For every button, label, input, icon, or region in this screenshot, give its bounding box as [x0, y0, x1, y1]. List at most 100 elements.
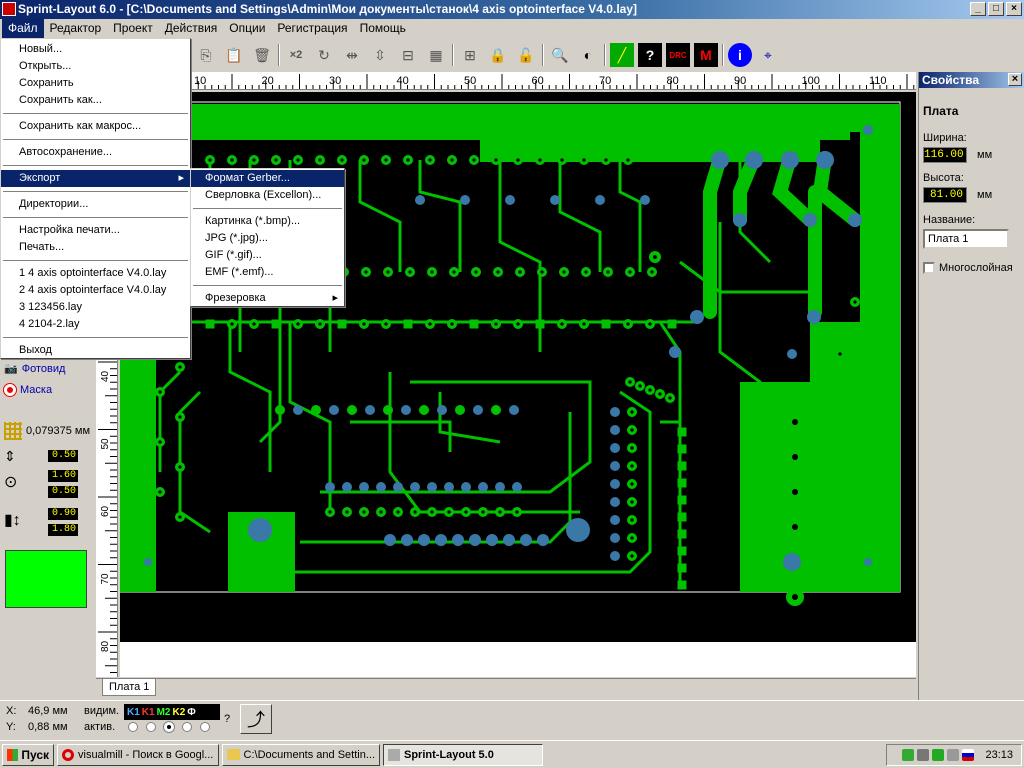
layer-selector[interactable]: K1 K1 M2 K2 Ф [124, 704, 220, 720]
menu-item-excellon[interactable]: Сверловка (Excellon)... [191, 187, 344, 204]
menu-item-directories[interactable]: Директории... [1, 196, 190, 213]
mirror-v-icon[interactable]: ⇳ [368, 43, 392, 67]
align-icon[interactable]: ⊟ [396, 43, 420, 67]
menu-item-save-as[interactable]: Сохранить как... [1, 92, 190, 109]
menu-project[interactable]: Проект [107, 19, 159, 38]
macro-icon[interactable]: M [694, 43, 718, 67]
antivirus-icon[interactable] [932, 749, 945, 761]
properties-panel: Свойства × Плата Ширина: 116.00 мм Высот… [918, 72, 1024, 700]
close-icon[interactable]: × [1008, 73, 1022, 86]
test-icon[interactable]: ? [638, 43, 662, 67]
menu-item-recent-4[interactable]: 4 2104-2.lay [1, 316, 190, 333]
height-field[interactable]: 81.00 [923, 187, 967, 203]
menu-item-exit[interactable]: Выход [1, 342, 190, 359]
connection-icon[interactable]: ⤴ [240, 704, 272, 734]
drc-icon[interactable]: DRC [666, 43, 690, 67]
menu-item-print-setup[interactable]: Настройка печати... [1, 222, 190, 239]
layer-k1-top[interactable]: K1 [127, 707, 140, 718]
rotate-icon[interactable]: ↻ [312, 43, 336, 67]
menu-options[interactable]: Опции [223, 19, 271, 38]
pad-inner-field[interactable]: 0.50 [48, 486, 78, 498]
radio-layer-2[interactable] [146, 722, 156, 732]
menu-actions[interactable]: Действия [159, 19, 224, 38]
info-icon[interactable]: i [728, 43, 752, 67]
color-swatch[interactable] [5, 550, 87, 608]
zoom-icon[interactable]: 🔍 [548, 43, 572, 67]
snap-icon[interactable]: ⊞ [458, 43, 482, 67]
menu-item-save[interactable]: Сохранить [1, 75, 190, 92]
track-width-field[interactable]: 0.50 [48, 450, 78, 462]
task-sprint-layout[interactable]: Sprint-Layout 5.0 [383, 743, 543, 766]
menu-edit[interactable]: Редактор [44, 19, 108, 38]
multilayer-checkbox[interactable] [923, 262, 935, 274]
clock[interactable]: 23:13 [985, 749, 1013, 761]
radio-layer-3[interactable] [164, 722, 174, 732]
menu-item-recent-1[interactable]: 1 4 axis optointerface V4.0.lay [1, 265, 190, 282]
menu-item-gif[interactable]: GIF (*.gif)... [191, 247, 344, 264]
photoview-toggle[interactable]: 📷 Фотовид [4, 362, 65, 376]
active-label: актив. [84, 721, 116, 733]
window-title: Sprint-Layout 6.0 - [C:\Documents and Se… [18, 2, 637, 16]
language-icon[interactable] [962, 749, 975, 761]
menu-item-new[interactable]: Новый... [1, 41, 190, 58]
smd-height-field[interactable]: 1.80 [48, 524, 78, 536]
radio-layer-5[interactable] [200, 722, 210, 732]
menu-item-export[interactable]: Экспорт ▸ [1, 170, 190, 187]
start-button[interactable]: Пуск [2, 743, 54, 766]
width-field[interactable]: 116.00 [923, 147, 967, 163]
paste-icon[interactable]: 📋 [222, 43, 246, 67]
menu-item-bmp[interactable]: Картинка (*.bmp)... [191, 213, 344, 230]
radio-layer-1[interactable] [128, 722, 138, 732]
menu-item-emf[interactable]: EMF (*.emf)... [191, 264, 344, 281]
menu-item-save-macro[interactable]: Сохранить как макрос... [1, 118, 190, 135]
name-field[interactable]: Плата 1 [923, 229, 1009, 249]
menu-item-autosave[interactable]: Автосохранение... [1, 144, 190, 161]
origin-icon[interactable]: ⌖ [756, 43, 780, 67]
menu-separator [191, 204, 344, 213]
multilayer-option[interactable]: Многослойная [923, 262, 1013, 274]
menu-help[interactable]: Помощь [354, 19, 412, 38]
menu-item-export-label: Экспорт [19, 172, 61, 184]
status-bar: X: 46,9 мм Y: 0,88 мм видим. актив. K1 K… [0, 700, 1024, 738]
layer-k2[interactable]: K2 [173, 707, 186, 718]
lock-icon[interactable]: 🔒 [486, 43, 510, 67]
unlock-icon[interactable]: 🔓 [514, 43, 538, 67]
grid-setting[interactable]: 0,079375 мм [4, 422, 90, 440]
layer-k1[interactable]: K1 [142, 707, 155, 718]
menu-item-open[interactable]: Открыть... [1, 58, 190, 75]
layer-help[interactable]: ? [224, 713, 230, 725]
menu-item-gerber[interactable]: Формат Gerber... [191, 170, 344, 187]
menu-item-recent-2[interactable]: 2 4 axis optointerface V4.0.lay [1, 282, 190, 299]
task-opera[interactable]: visualmill - Поиск в Googl... [57, 743, 219, 766]
delete-icon[interactable]: 🗑 [250, 43, 274, 67]
volume-icon[interactable] [947, 749, 960, 761]
layer-f[interactable]: Ф [187, 707, 196, 718]
menu-item-jpg[interactable]: JPG (*.jpg)... [191, 230, 344, 247]
menu-item-recent-3[interactable]: 3 123456.lay [1, 299, 190, 316]
task-explorer[interactable]: C:\Documents and Settin... [222, 743, 380, 766]
autoroute-icon[interactable]: ╱ [610, 43, 634, 67]
width-unit: мм [977, 149, 993, 161]
menu-separator [1, 213, 190, 222]
menu-file[interactable]: Файл [2, 19, 44, 38]
maximize-button[interactable]: □ [988, 2, 1004, 16]
network-icon[interactable] [902, 749, 915, 761]
display-icon[interactable] [917, 749, 930, 761]
mirror-h-icon[interactable]: ⇹ [340, 43, 364, 67]
mask-toggle[interactable]: Маска [4, 384, 52, 396]
duplicate-icon[interactable]: ×2 [284, 43, 308, 67]
tab-board-1[interactable]: Плата 1 [102, 679, 157, 696]
group-icon[interactable]: ▦ [424, 43, 448, 67]
menu-item-milling[interactable]: Фрезеровка ▸ [191, 290, 344, 307]
layer-toggle-icon[interactable]: ◐ [576, 43, 600, 67]
pad-outer-field[interactable]: 1.60 [48, 470, 78, 482]
radio-layer-4[interactable] [182, 722, 192, 732]
smd-width-field[interactable]: 0.90 [48, 508, 78, 520]
menu-registration[interactable]: Регистрация [271, 19, 353, 38]
minimize-button[interactable]: _ [970, 2, 986, 16]
menu-item-print[interactable]: Печать... [1, 239, 190, 256]
layer-m2[interactable]: M2 [157, 707, 171, 718]
close-button[interactable]: × [1006, 2, 1022, 16]
copy-icon[interactable]: ⎘ [194, 43, 218, 67]
folder-icon [227, 749, 240, 760]
